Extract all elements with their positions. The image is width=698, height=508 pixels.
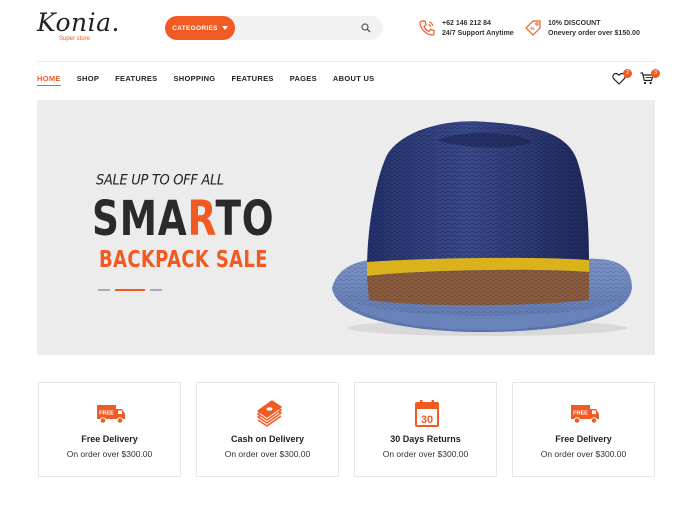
cash-stack-icon	[257, 400, 282, 427]
search-icon[interactable]	[361, 23, 371, 33]
hero-pre-title: SALE UP TO OFF ALL	[96, 172, 224, 189]
discount-tag-icon: %	[525, 20, 541, 36]
slider-dot-3[interactable]	[150, 289, 162, 291]
wishlist-button[interactable]: 2	[612, 69, 632, 86]
svg-text:30: 30	[421, 414, 433, 426]
svg-text:FREE: FREE	[99, 411, 114, 417]
feature-card-free-delivery-2: FREE Free Delivery On order over $300.00	[512, 382, 655, 477]
discount-details: Onevery order over $150.00	[548, 30, 640, 37]
slider-dots	[98, 289, 162, 291]
search-bar: CATEGORIES	[165, 16, 383, 40]
logo[interactable]: Konia. Super store	[37, 8, 121, 42]
hero-title-part1: SMA	[92, 191, 188, 247]
categories-dropdown-button[interactable]: CATEGORIES	[165, 16, 235, 40]
cart-button[interactable]: 3	[640, 69, 660, 86]
hero-subtitle: BACKPACK SALE	[99, 247, 268, 273]
feature-title: Cash on Delivery	[230, 434, 305, 444]
nav-item-features[interactable]: FEATURES	[115, 74, 157, 86]
support-hours: 24/7 Support Anytime	[442, 30, 514, 37]
nav-item-pages[interactable]: PAGES	[290, 74, 317, 86]
support-info: +62 146 212 84 24/7 Support Anytime	[418, 19, 514, 39]
logo-tagline: Super store	[59, 36, 91, 42]
feature-subtitle: On order over $300.00	[224, 449, 311, 459]
discount-info: % 10% DISCOUNT Onevery order over $150.0…	[524, 19, 640, 39]
nav-item-shop[interactable]: SHOP	[77, 74, 99, 86]
nav-actions: 2 3	[612, 69, 660, 86]
cart-count-badge: 3	[651, 69, 660, 78]
search-input[interactable]	[239, 18, 359, 38]
slider-dot-2[interactable]	[115, 289, 145, 291]
hero-title-highlight: R	[187, 191, 216, 247]
page: Konia. Super store CATEGORIES +62 146 21…	[0, 0, 698, 508]
svg-text:FREE: FREE	[573, 411, 588, 417]
feature-subtitle: On order over $300.00	[382, 449, 469, 459]
feature-subtitle: On order over $300.00	[540, 449, 627, 459]
discount-title: 10% DISCOUNT	[548, 20, 601, 27]
feature-title: Free Delivery	[555, 434, 612, 444]
main-nav: HOME SHOP FEATURES SHOPPING FEATURES PAG…	[37, 74, 390, 86]
phone-icon	[419, 20, 435, 36]
support-phone: +62 146 212 84	[442, 20, 491, 27]
feature-title: 30 Days Returns	[390, 434, 461, 444]
hero-title-part2: TO	[215, 191, 275, 247]
slider-dot-1[interactable]	[98, 289, 110, 291]
nav-item-features-2[interactable]: FEATURES	[231, 74, 273, 86]
logo-text: Konia.	[37, 8, 121, 37]
feature-card-cash-on-delivery: Cash on Delivery On order over $300.00	[196, 382, 339, 477]
nav-item-home[interactable]: HOME	[37, 74, 61, 86]
feature-subtitle: On order over $300.00	[66, 449, 153, 459]
hero-slider: SALE UP TO OFF ALL SMARTO BACKPACK SALE	[37, 100, 655, 355]
categories-label: CATEGORIES	[172, 24, 218, 32]
hat-product-image	[332, 121, 632, 336]
caret-down-icon	[221, 26, 228, 30]
hero-title: SMARTO	[92, 192, 274, 246]
nav-item-shopping[interactable]: SHOPPING	[173, 74, 215, 86]
wishlist-count-badge: 2	[623, 69, 632, 78]
free-delivery-truck-icon: FREE	[97, 405, 125, 424]
feature-title: Free Delivery	[81, 434, 138, 444]
free-delivery-truck-icon: FREE	[571, 405, 599, 424]
svg-text:%: %	[530, 26, 534, 31]
feature-card-free-delivery: FREE Free Delivery On order over $300.00	[38, 382, 181, 477]
calendar-30-icon: 30	[415, 400, 439, 427]
header-divider	[37, 61, 655, 62]
nav-item-about-us[interactable]: ABOUT US	[333, 74, 375, 86]
feature-card-30-days-returns: 30 30 Days Returns On order over $300.00	[354, 382, 497, 477]
